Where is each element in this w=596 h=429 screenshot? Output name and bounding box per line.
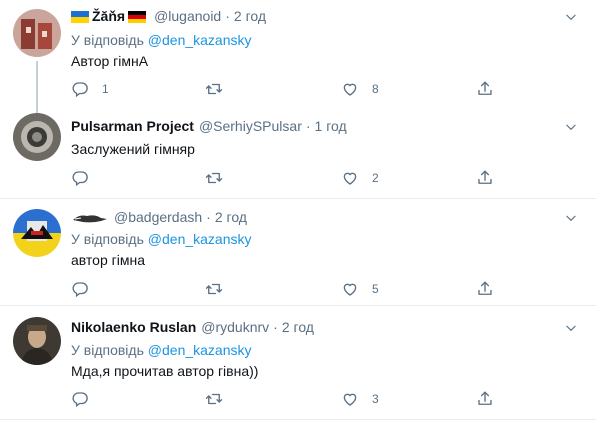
retweet-icon: [205, 169, 223, 187]
timestamp[interactable]: 2 год: [282, 319, 314, 335]
tweet-header: Pulsarman Project @SerhiySPulsar · 1 год: [71, 118, 347, 134]
reply-context: У відповідь @den_kazansky: [71, 342, 252, 358]
reply-prefix: У відповідь: [71, 342, 144, 358]
like-count: 2: [372, 171, 379, 185]
timestamp[interactable]: 2 год: [234, 8, 266, 24]
tweet-actions: 1 8: [71, 79, 501, 99]
separator: ·: [206, 209, 211, 225]
reply-icon: [71, 80, 89, 98]
author-name[interactable]: Žăňя: [92, 8, 125, 24]
timestamp[interactable]: 1 год: [315, 118, 347, 134]
avatar[interactable]: [13, 9, 61, 57]
author-handle[interactable]: @badgerdash: [114, 209, 202, 225]
tweet-text: автор гімна: [71, 252, 145, 268]
like-count: 5: [372, 282, 379, 296]
like-icon: [341, 169, 359, 187]
ukraine-flag-icon: [71, 10, 89, 23]
author-name[interactable]: Nikolaenko Ruslan: [71, 319, 196, 335]
avatar[interactable]: [13, 113, 61, 161]
reply-button[interactable]: 1: [71, 79, 109, 99]
germany-flag-icon: [128, 10, 147, 23]
retweet-button[interactable]: [205, 389, 223, 409]
tweet[interactable]: Nikolaenko Ruslan @ryduknrv · 2 год У ві…: [0, 306, 596, 420]
share-button[interactable]: [476, 389, 494, 409]
reply-button[interactable]: [71, 389, 89, 409]
chevron-down-icon[interactable]: [564, 120, 578, 134]
retweet-icon: [205, 390, 223, 408]
like-count: 3: [372, 392, 379, 406]
share-button[interactable]: [476, 79, 494, 99]
reply-mention-link[interactable]: @den_kazansky: [148, 32, 252, 48]
like-button[interactable]: 8: [341, 79, 379, 99]
tweet-actions: 2: [71, 168, 501, 188]
reply-prefix: У відповідь: [71, 32, 144, 48]
like-button[interactable]: 5: [341, 279, 379, 299]
retweet-button[interactable]: [205, 168, 223, 188]
reply-mention-link[interactable]: @den_kazansky: [148, 342, 252, 358]
tweet-text: Заслужений гімняр: [71, 141, 195, 157]
tweet-text: Мда,я прочитав автор гівна)): [71, 363, 259, 379]
tweet[interactable]: Pulsarman Project @SerhiySPulsar · 1 год…: [0, 104, 596, 199]
author-handle[interactable]: @ryduknrv: [201, 319, 269, 335]
reply-context: У відповідь @den_kazansky: [71, 231, 252, 247]
tweet-text: Автор гімнА: [71, 53, 149, 69]
tweet[interactable]: @badgerdash · 2 год У відповідь @den_kaz…: [0, 199, 596, 306]
like-icon: [341, 390, 359, 408]
chevron-down-icon[interactable]: [564, 321, 578, 335]
tweet-header: Nikolaenko Ruslan @ryduknrv · 2 год: [71, 319, 314, 335]
retweet-button[interactable]: [205, 279, 223, 299]
chevron-down-icon[interactable]: [564, 10, 578, 24]
like-button[interactable]: 3: [341, 389, 379, 409]
like-count: 8: [372, 82, 379, 96]
chevron-down-icon[interactable]: [564, 211, 578, 225]
like-icon: [341, 80, 359, 98]
author-handle[interactable]: @luganoid: [154, 8, 221, 24]
badger-icon: [71, 211, 109, 223]
reply-icon: [71, 169, 89, 187]
share-icon: [476, 280, 494, 298]
separator: ·: [225, 8, 230, 24]
timestamp[interactable]: 2 год: [215, 209, 247, 225]
reply-prefix: У відповідь: [71, 231, 144, 247]
reply-mention-link[interactable]: @den_kazansky: [148, 231, 252, 247]
separator: ·: [273, 319, 278, 335]
share-button[interactable]: [476, 279, 494, 299]
author-handle[interactable]: @SerhiySPulsar: [199, 118, 302, 134]
retweet-icon: [205, 280, 223, 298]
retweet-button[interactable]: [205, 79, 223, 99]
reply-button[interactable]: [71, 168, 89, 188]
reply-button[interactable]: [71, 279, 89, 299]
separator: ·: [305, 118, 311, 134]
reply-icon: [71, 280, 89, 298]
reply-context: У відповідь @den_kazansky: [71, 32, 252, 48]
avatar[interactable]: [13, 317, 61, 365]
like-icon: [341, 280, 359, 298]
tweet[interactable]: Žăňя @luganoid · 2 год У відповідь @den_…: [0, 0, 596, 113]
like-button[interactable]: 2: [341, 168, 379, 188]
retweet-icon: [205, 80, 223, 98]
share-icon: [476, 80, 494, 98]
author-name[interactable]: Pulsarman Project: [71, 118, 194, 134]
share-icon: [476, 390, 494, 408]
tweet-actions: 5: [71, 279, 501, 299]
tweet-header: @badgerdash · 2 год: [71, 209, 247, 225]
share-button[interactable]: [476, 168, 494, 188]
reply-count: 1: [102, 82, 109, 96]
tweet-actions: 3: [71, 389, 501, 409]
share-icon: [476, 169, 494, 187]
tweet-header: Žăňя @luganoid · 2 год: [71, 8, 266, 24]
avatar[interactable]: [13, 209, 61, 257]
reply-icon: [71, 390, 89, 408]
